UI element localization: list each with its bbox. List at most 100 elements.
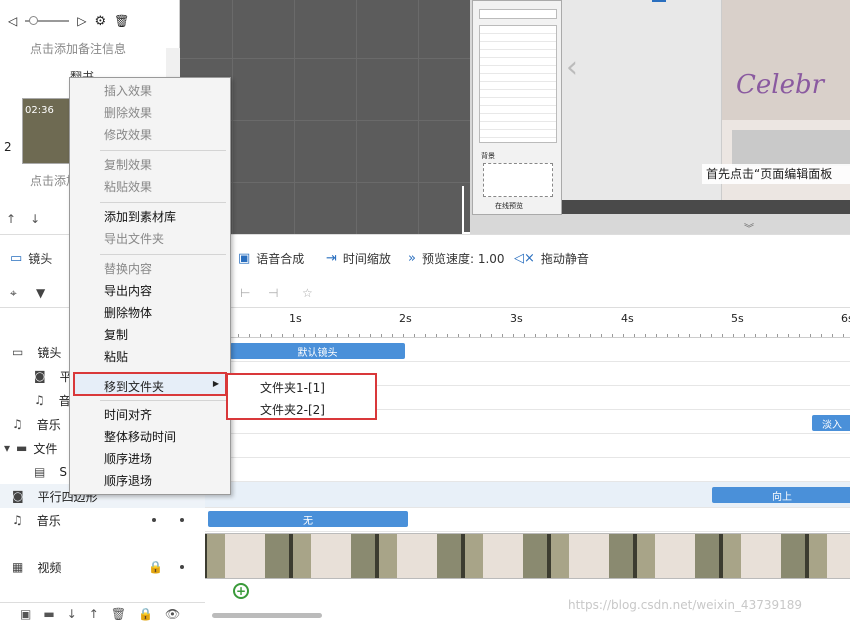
target-icon[interactable]: ⌖ <box>10 286 17 301</box>
mute-icon: ◁× <box>514 250 535 266</box>
menu-move-to-folder[interactable]: 移到文件夹 ▶ <box>73 372 227 396</box>
speed-icon: » <box>408 250 416 266</box>
fadein-clip[interactable]: 淡入 <box>812 415 850 431</box>
align-left-icon[interactable]: ⊢ <box>240 286 250 300</box>
volume-down-icon[interactable]: ◁ <box>8 14 17 28</box>
visibility-dot[interactable] <box>152 518 156 522</box>
align-right-icon[interactable]: ⊣ <box>268 286 278 300</box>
lock-icon[interactable]: 🔒 <box>148 560 163 574</box>
track-label: 镜头 <box>37 345 62 360</box>
horizontal-scrollbar[interactable] <box>212 613 322 618</box>
track-video[interactable]: ▦ 视频 🔒 <box>0 532 205 602</box>
tick-label: 3s <box>510 312 523 325</box>
track-actions: ▣ ▬ ↓ ↑ 🗑 🔒 👁 <box>0 602 205 625</box>
camera-icon: ▭ <box>12 345 24 359</box>
dialog-checkbox-label[interactable]: 在线预览 <box>495 201 523 211</box>
menu-copy[interactable]: 复制 <box>104 328 128 342</box>
track-label: 文件 <box>33 441 58 456</box>
menu-modify-effect[interactable]: 修改效果 <box>104 128 152 142</box>
add-note-link[interactable]: 点击添加备注信息 <box>30 40 126 57</box>
record-icon: ◙ <box>12 489 24 503</box>
scene-thumbnail[interactable]: 02:36 <box>22 98 72 164</box>
drag-mute-tool[interactable]: ◁× 拖动静音 <box>514 235 589 281</box>
chevron-left-icon[interactable]: ‹ <box>566 50 578 85</box>
tick-label: 5s <box>731 312 744 325</box>
menu-separator <box>100 400 226 401</box>
dialog-list[interactable] <box>479 25 557 143</box>
arrow-down-icon[interactable]: ↓ <box>67 607 77 621</box>
music-icon: ♫ <box>34 393 45 407</box>
folder-icon: ▬ <box>16 441 28 455</box>
expand-icon[interactable]: ▾ <box>4 441 10 455</box>
filter-icon[interactable]: ▼ <box>36 286 45 300</box>
menu-replace-content[interactable]: 替换内容 <box>104 262 152 276</box>
submenu-folder-1[interactable]: 文件夹1-[1] <box>260 379 325 396</box>
tick-label: 6s <box>841 312 850 325</box>
time-ruler[interactable]: 1s 2s 3s 4s 5s 6s <box>205 308 850 338</box>
menu-add-to-library[interactable]: 添加到素材库 <box>104 210 176 224</box>
wedding-photo <box>722 0 850 120</box>
menu-separator <box>100 202 226 203</box>
eye-icon[interactable]: 👁 <box>165 607 180 621</box>
voice-tool-label: 语音合成 <box>256 251 305 266</box>
menu-move-to-folder-label: 移到文件夹 <box>104 380 165 394</box>
folder-icon[interactable]: ▬ <box>43 607 54 621</box>
volume-slider[interactable] <box>25 16 70 25</box>
record-icon: ◙ <box>34 369 46 383</box>
bookmark-icon[interactable]: ☆ <box>302 286 313 300</box>
menu-insert-effect[interactable]: 插入效果 <box>104 84 152 98</box>
top-marker <box>652 0 666 2</box>
tick-label: 2s <box>399 312 412 325</box>
visibility-dot[interactable] <box>180 565 184 569</box>
dialog-input[interactable] <box>479 9 557 19</box>
menu-sequential-exit[interactable]: 顺序退场 <box>104 474 152 488</box>
camera-tool-label: 镜头 <box>28 251 53 266</box>
music-icon: ♫ <box>12 513 23 527</box>
add-clip-icon[interactable]: + <box>233 583 249 599</box>
menu-move-all-time[interactable]: 整体移动时间 <box>104 430 176 444</box>
arrow-up-icon[interactable]: ↑ <box>89 607 99 621</box>
chevron-down-icon[interactable]: ︾ <box>744 220 762 235</box>
camera-tool[interactable]: ▭ 镜头 <box>10 235 52 281</box>
time-scale-tool[interactable]: ⇥ 时间缩放 <box>326 235 391 281</box>
lane-svg <box>205 458 850 482</box>
settings-dialog: 背景 在线预览 <box>472 0 562 215</box>
menu-sequential-enter[interactable]: 顺序进场 <box>104 452 152 466</box>
trash-icon[interactable]: 🗑 <box>111 607 126 621</box>
watermark: https://blog.csdn.net/weixin_43739189 <box>568 598 803 612</box>
lock-dot[interactable] <box>180 518 184 522</box>
menu-export-folder[interactable]: 导出文件夹 <box>104 232 164 246</box>
submenu-folder-2[interactable]: 文件夹2-[2] <box>260 401 325 418</box>
music-icon: ♫ <box>12 417 23 431</box>
script-word: Celebr <box>736 70 825 100</box>
voice-synthesis-tool[interactable]: ▣ 语音合成 <box>238 235 304 281</box>
speed-tool-label: 预览速度: 1.00 <box>421 251 505 266</box>
arrow-up-icon[interactable]: ↑ <box>6 212 16 226</box>
book-left-page <box>562 0 722 200</box>
menu-copy-effect[interactable]: 复制效果 <box>104 158 152 172</box>
volume-up-icon[interactable]: ▷ <box>77 14 86 28</box>
menu-delete-effect[interactable]: 删除效果 <box>104 106 152 120</box>
preview-speed-tool[interactable]: » 预览速度: 1.00 <box>408 235 505 281</box>
menu-align-time[interactable]: 时间对齐 <box>104 408 152 422</box>
track-music-2[interactable]: ♫ 音乐 <box>0 508 205 532</box>
up-clip[interactable]: 向上 <box>712 487 850 503</box>
lock-icon[interactable]: 🔒 <box>138 607 153 621</box>
mute-tool-label: 拖动静音 <box>540 251 589 266</box>
add-folder-icon[interactable]: ▣ <box>20 607 31 621</box>
scene-time: 02:36 <box>25 105 54 116</box>
menu-export-content[interactable]: 导出内容 <box>104 284 152 298</box>
menu-separator <box>100 254 226 255</box>
video-filmstrip[interactable] <box>205 533 850 579</box>
menu-paste[interactable]: 粘贴 <box>104 350 128 364</box>
folder-submenu: 文件夹1-[1] 文件夹2-[2] <box>226 373 377 420</box>
scene-arrows: ↑ ↓ <box>6 212 40 226</box>
track-label: 音乐 <box>36 513 61 528</box>
music-clip[interactable]: 无 <box>208 511 408 527</box>
menu-paste-effect[interactable]: 粘贴效果 <box>104 180 152 194</box>
trash-icon[interactable]: 🗑 <box>114 14 129 28</box>
camera-clip[interactable]: 默认镜头 <box>230 343 405 359</box>
gear-icon[interactable]: ⚙ <box>94 14 106 29</box>
arrow-down-icon[interactable]: ↓ <box>30 212 40 226</box>
menu-delete-object[interactable]: 删除物体 <box>104 306 152 320</box>
